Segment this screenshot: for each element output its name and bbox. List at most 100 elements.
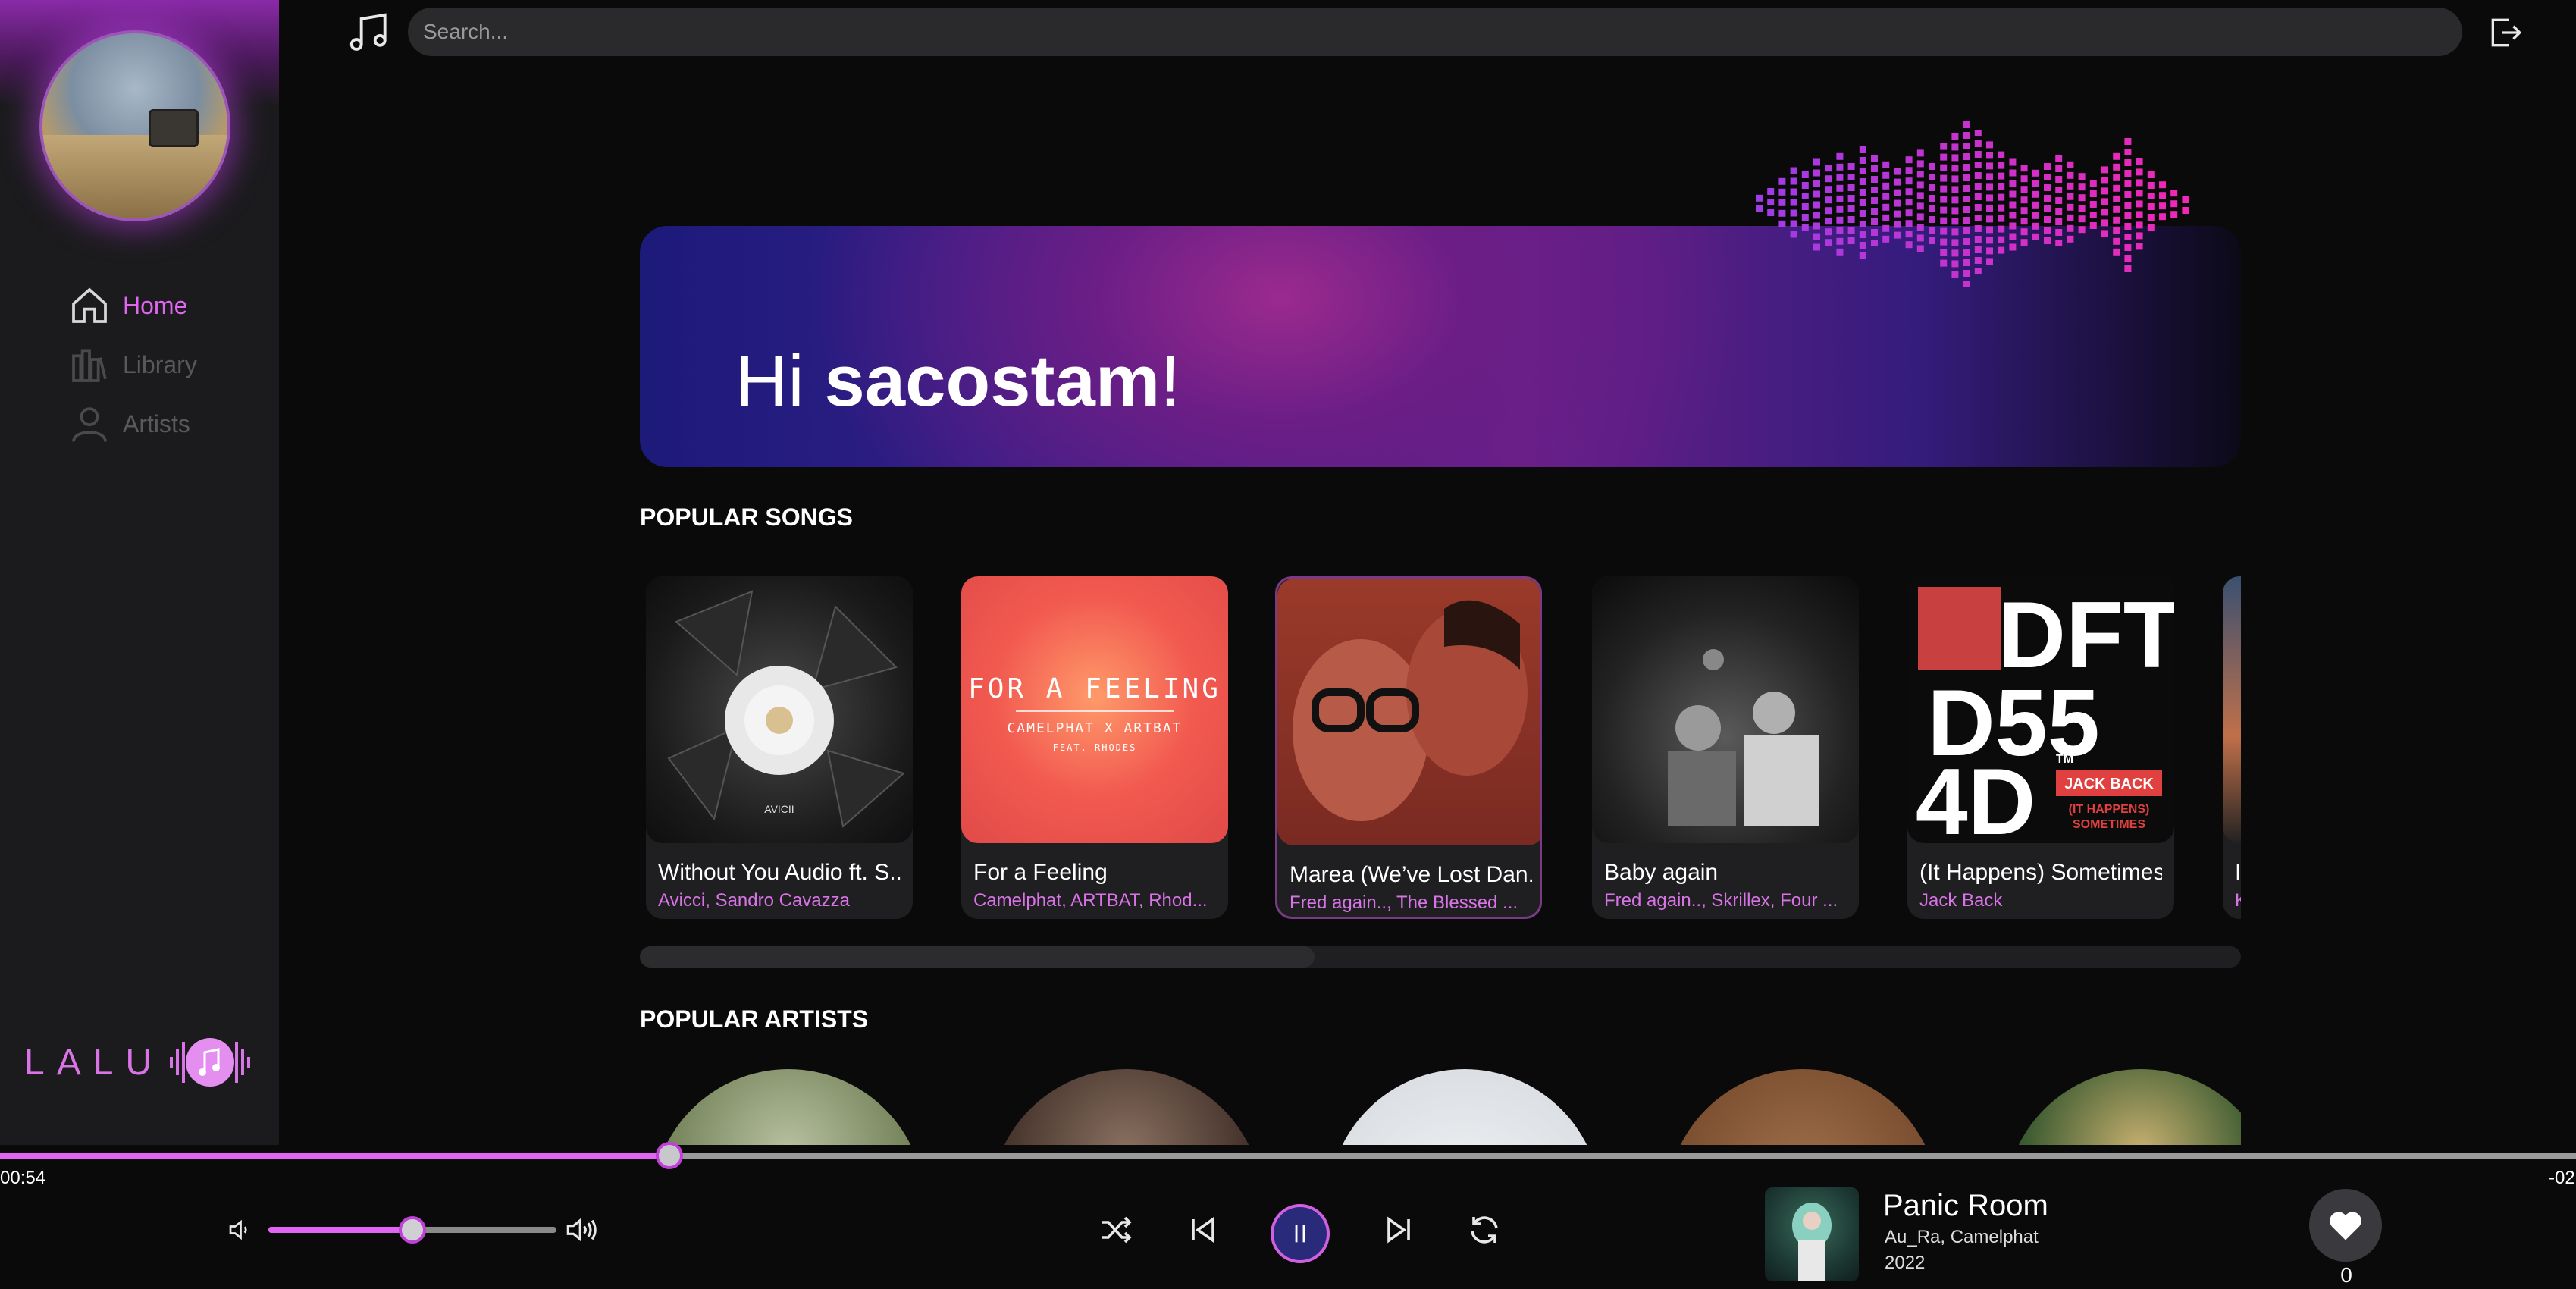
sidebar-item-library[interactable]: Library (68, 335, 197, 394)
volume-high-icon[interactable] (564, 1213, 599, 1247)
progress-knob[interactable] (656, 1142, 683, 1169)
equalizer-bar (1963, 132, 1970, 139)
equalizer-bar (1871, 240, 1878, 246)
artist-avatar[interactable] (1666, 1069, 1939, 1153)
previous-icon[interactable] (1184, 1212, 1221, 1248)
equalizer-bar (2182, 207, 2189, 214)
equalizer-bar (1790, 209, 1797, 217)
sidebar-item-artists[interactable]: Artists (68, 394, 197, 453)
next-icon[interactable] (1381, 1212, 1418, 1248)
equalizer-bar (2136, 200, 2143, 208)
equalizer-bar (2020, 218, 2028, 225)
equalizer-bar (1882, 214, 1890, 221)
volume-knob[interactable] (399, 1216, 426, 1244)
equalizer-bar (2136, 190, 2143, 197)
music-note-icon (349, 13, 387, 51)
song-card[interactable]: Marea (We’ve Lost Dan... Fred again.., T… (1275, 576, 1542, 919)
equalizer-bar (2147, 203, 2155, 210)
artist-avatar[interactable] (990, 1069, 1263, 1153)
equalizer-bar (1951, 133, 1959, 140)
song-card[interactable]: I K (2223, 576, 2241, 919)
avatar-tv (149, 109, 199, 147)
equalizer-bar (2136, 158, 2143, 165)
equalizer-bar (1998, 236, 2005, 243)
equalizer-bar (2124, 265, 2132, 272)
logout-icon[interactable] (2487, 14, 2524, 52)
equalizer-bar (2055, 176, 2063, 183)
equalizer-bar (2101, 166, 2108, 174)
time-elapsed: 00:54 (0, 1168, 46, 1188)
equalizer-bar (1836, 248, 1844, 256)
equalizer-bar (2044, 184, 2051, 191)
volume-low-icon[interactable] (226, 1216, 253, 1244)
equalizer-bar (1929, 227, 1935, 234)
equalizer-bar (2055, 229, 2063, 236)
equalizer-bar (1951, 239, 1959, 246)
equalizer-bar (1963, 270, 1970, 277)
like-button[interactable] (2309, 1189, 2382, 1262)
equalizer-bar (1836, 216, 1844, 224)
sidebar-item-home[interactable]: Home (68, 276, 197, 335)
equalizer-bar (1905, 188, 1913, 196)
equalizer-bar (1951, 260, 1959, 268)
equalizer-bar (1847, 216, 1855, 223)
song-cover (1277, 579, 1540, 845)
song-artists: K (2235, 890, 2241, 911)
cover-label: JACK BACK (2064, 776, 2154, 792)
equalizer-bar (1998, 183, 2005, 190)
equalizer-bar (2009, 212, 2017, 219)
equalizer-bar (2124, 244, 2132, 251)
equalizer-bar (1951, 249, 1959, 257)
equalizer-bar (2147, 193, 2155, 199)
cover-title: FOR A FEELING (968, 673, 1221, 704)
brand-text: LALU (24, 1042, 165, 1083)
equalizer-bar (1905, 177, 1913, 185)
equalizer-bar (2020, 186, 2028, 193)
equalizer-bar (1974, 257, 1982, 264)
equalizer-bar (2055, 165, 2063, 172)
equalizer-bar (1767, 209, 1775, 216)
song-card[interactable]: FOR A FEELING CAMELPHAT X ARTBAT FEAT. R… (961, 576, 1228, 919)
equalizer-bar (2055, 240, 2063, 246)
equalizer-bar (1929, 195, 1935, 202)
artist-avatar[interactable] (652, 1069, 925, 1153)
time-remaining: -02 (2549, 1168, 2575, 1188)
equalizer-bar (1998, 225, 2005, 233)
equalizer-bar (2055, 187, 2063, 193)
equalizer-bar (1836, 237, 1844, 245)
repeat-icon[interactable] (1466, 1212, 1503, 1248)
artist-avatar[interactable] (2004, 1069, 2241, 1153)
artist-avatar[interactable] (1328, 1069, 1601, 1153)
equalizer-bar (1859, 157, 1866, 164)
equalizer-bar (1801, 214, 1809, 221)
song-artists: Fred again.., Skrillex, Four ... (1604, 890, 1838, 911)
equalizer-bar (1963, 259, 1970, 266)
equalizer-bar (1940, 217, 1948, 224)
shuffle-icon[interactable] (1098, 1212, 1134, 1248)
equalizer-bar (2147, 182, 2155, 189)
equalizer-bar (2020, 175, 2028, 183)
equalizer-bar (1767, 199, 1775, 205)
equalizer-bar (1998, 162, 2005, 169)
equalizer-bar (1963, 217, 1970, 224)
avatar[interactable] (39, 30, 230, 221)
songs-scrollbar-thumb[interactable] (640, 946, 1315, 968)
pause-button[interactable] (1271, 1204, 1330, 1263)
equalizer-bar (1963, 164, 1970, 171)
equalizer-bar (1951, 271, 1959, 278)
equalizer-bar (2032, 212, 2039, 219)
equalizer-bar (1974, 225, 1982, 232)
equalizer-bar (1778, 188, 1786, 196)
greeting: Hi sacostam! (735, 340, 1180, 423)
equalizer-bar (1767, 188, 1775, 195)
equalizer-bar (1963, 249, 1970, 256)
equalizer-bar (1940, 259, 1948, 267)
now-playing-cover[interactable] (1765, 1187, 1859, 1281)
section-title-popular-artists: POPULAR ARTISTS (640, 1005, 869, 1033)
equalizer-bar (2020, 228, 2028, 236)
song-card[interactable]: Baby again Fred again.., Skrillex, Four … (1592, 576, 1859, 919)
song-card[interactable]: DFT D55 4D TM JACK BACK (IT HAPPENS) SOM… (1907, 576, 2174, 919)
song-card[interactable]: AVICII Without You Audio ft. S... Avicci… (646, 576, 913, 919)
equalizer-bar (1836, 205, 1844, 213)
search-input[interactable] (408, 8, 2462, 56)
